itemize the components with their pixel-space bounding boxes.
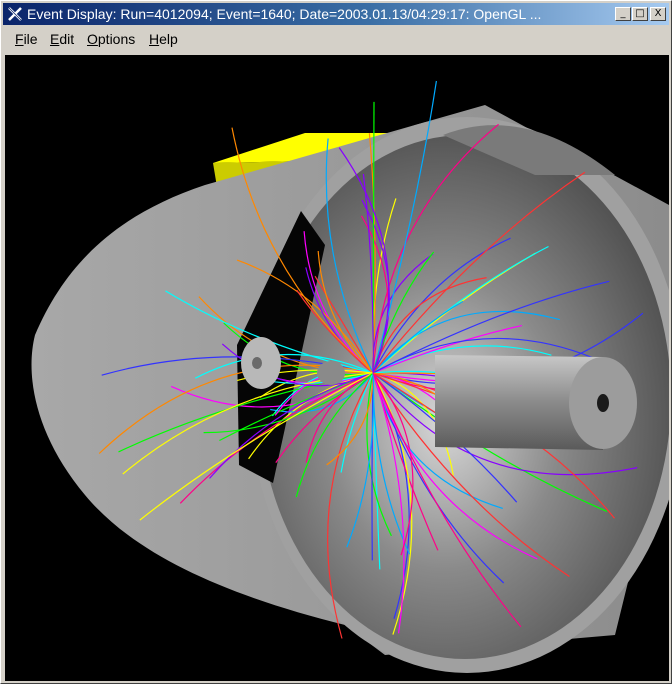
beam-pipe-right [435,355,637,450]
menu-help-label: elp [159,31,178,47]
menu-edit[interactable]: Edit [50,31,74,47]
menu-file-label: ile [23,31,38,47]
minimize-button[interactable]: _ [615,7,631,21]
title-bar[interactable]: Event Display: Run=4012094; Event=1640; … [3,3,669,25]
menu-help-mnemonic: H [149,31,160,47]
menu-bar: File Edit Options Help [3,27,669,51]
maximize-button[interactable]: □ [632,7,648,21]
menu-help[interactable]: Help [149,31,178,47]
opengl-3d-viewport[interactable] [5,55,669,681]
menu-file-mnemonic: F [15,31,24,47]
event-display-window: Event Display: Run=4012094; Event=1640; … [0,0,672,684]
menu-edit-label: dit [59,31,75,47]
menu-edit-mnemonic: E [50,31,60,47]
window-title: Event Display: Run=4012094; Event=1640; … [27,6,542,22]
menu-options-label: ptions [97,31,136,47]
close-button[interactable]: X [650,7,666,21]
menu-options[interactable]: Options [87,31,135,47]
x-logo-icon [8,7,22,21]
menu-file[interactable]: File [15,31,38,47]
detector-scene [31,80,669,673]
menu-options-mnemonic: O [87,31,98,47]
